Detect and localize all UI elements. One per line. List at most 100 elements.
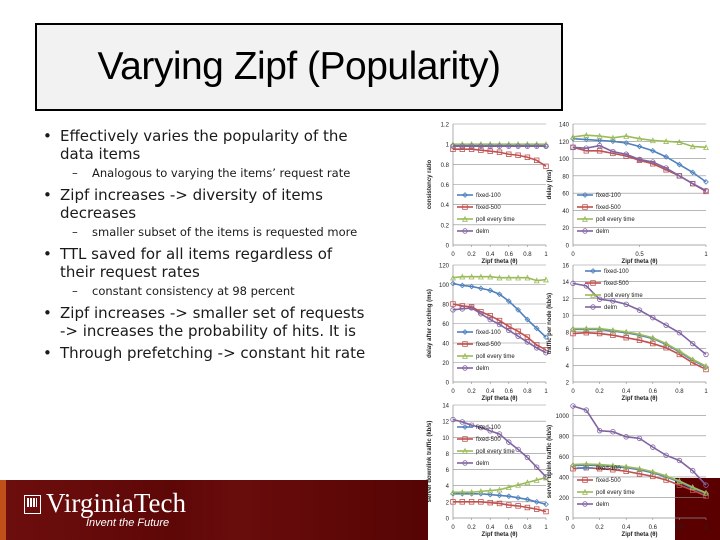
x-tick-label: 0.8 <box>523 389 532 395</box>
x-tick-label: 0.6 <box>505 389 514 395</box>
series-poll-every-time <box>450 474 549 495</box>
y-tick-label: 20 <box>442 361 449 367</box>
x-tick-label: 0.2 <box>467 389 476 395</box>
y-axis-label: delay (ms) <box>547 170 553 200</box>
x-tick-label: 0 <box>451 525 455 531</box>
y-tick-label: 0 <box>566 517 570 523</box>
legend-label: delm <box>604 305 617 311</box>
legend-label: fixed-500 <box>596 478 621 484</box>
legend-label: fixed-100 <box>596 466 621 472</box>
y-tick-label: 140 <box>559 123 570 129</box>
x-axis-label: Zipf theta (θ) <box>482 259 518 265</box>
logo-tagline: Invent the Future <box>86 517 170 529</box>
y-tick-label: 2 <box>446 500 450 506</box>
legend-label: poll every time <box>476 449 515 455</box>
y-tick-label: 0 <box>446 381 450 387</box>
y-tick-label: 14 <box>442 404 449 410</box>
x-axis-label: Zipf theta (θ) <box>622 259 658 265</box>
y-tick-label: 0 <box>566 244 570 250</box>
y-tick-label: 80 <box>562 174 569 180</box>
slide-title: Varying Zipf (Popularity) <box>97 45 501 88</box>
x-tick-label: 0.4 <box>622 525 631 531</box>
logo-name: VirginiaTech <box>46 488 186 518</box>
y-tick-label: 40 <box>562 209 569 215</box>
x-tick-label: 0.2 <box>467 525 476 531</box>
legend-label: poll every time <box>476 354 515 360</box>
legend-label: delm <box>476 229 489 235</box>
y-tick-label: 60 <box>562 192 569 198</box>
y-tick-label: 1000 <box>556 414 570 420</box>
chart-panel-6: 0 200 400 600 800 1000 0 0.2 0.4 0.6 0.8 1 Zipf thet… <box>547 403 709 538</box>
legend-label: fixed-500 <box>476 205 501 211</box>
y-tick-label: 800 <box>559 434 570 440</box>
y-tick-label: 60 <box>442 322 449 328</box>
y-tick-label: 2 <box>566 381 570 387</box>
x-tick-label: 0.2 <box>595 389 604 395</box>
legend-label: delm <box>476 366 489 372</box>
y-tick-label: 12 <box>442 420 449 426</box>
circle-marker <box>703 351 709 358</box>
y-tick-label: 80 <box>442 303 449 309</box>
x-tick-label: 1 <box>544 252 548 258</box>
y-tick-label: 14 <box>562 280 569 286</box>
legend-label: poll every time <box>476 217 515 223</box>
chart-panel-2: 0 20 40 60 80 100 120 140 0 0.5 1 Zipf theta (θ) del… <box>547 123 709 265</box>
series-fixed-500 <box>450 146 549 170</box>
chart-legend: fixed-100 fixed-500 poll every time delm <box>585 268 643 311</box>
x-tick-label: 0.6 <box>505 252 514 258</box>
x-tick-label: 0.5 <box>635 252 644 258</box>
y-tick-label: 12 <box>562 297 569 303</box>
chart-legend: fixed-100 fixed-500 poll every time delm <box>457 424 515 467</box>
sub-bullet-item: constant consistency at 98 percent <box>40 285 370 299</box>
y-tick-label: 0 <box>446 517 450 523</box>
building-mark-icon <box>24 495 41 514</box>
legend-label: fixed-100 <box>596 193 621 199</box>
bullet-item: Zipf increases -> smaller set of request… <box>40 304 370 340</box>
legend-label: delm <box>476 461 489 467</box>
x-tick-label: 0 <box>571 525 575 531</box>
bullet-list: Effectively varies the popularity of the… <box>40 127 370 366</box>
x-axis-label: Zipf theta (θ) <box>482 532 518 538</box>
y-tick-label: 4 <box>566 364 570 370</box>
y-tick-label: 600 <box>559 455 570 461</box>
x-axis-label: Zipf theta (θ) <box>622 396 658 402</box>
sub-bullet-item: Analogous to varying the items’ request … <box>40 167 370 181</box>
y-tick-label: 0.2 <box>441 223 450 229</box>
y-tick-label: 100 <box>559 157 570 163</box>
x-tick-label: 1 <box>704 252 708 258</box>
series-line <box>573 327 707 367</box>
y-axis-label: server downlink traffic (kb/s) <box>427 421 433 503</box>
series-line <box>453 501 547 513</box>
x-tick-label: 1 <box>704 525 708 531</box>
x-tick-label: 1 <box>544 389 548 395</box>
y-tick-label: 0.4 <box>441 203 450 209</box>
y-tick-label: 6 <box>446 468 450 474</box>
legend-label: fixed-500 <box>604 281 629 287</box>
x-tick-label: 0 <box>571 252 575 258</box>
legend-label: fixed-100 <box>476 425 501 431</box>
x-tick-label: 0.8 <box>523 525 532 531</box>
x-tick-label: 0.6 <box>505 525 514 531</box>
x-tick-label: 0.4 <box>486 525 495 531</box>
legend-label: poll every time <box>596 217 635 223</box>
bullet-item: TTL saved for all items regardless of th… <box>40 245 370 281</box>
x-tick-label: 0.4 <box>486 389 495 395</box>
slide-title-box: Varying Zipf (Popularity) <box>35 23 563 111</box>
y-tick-label: 1.2 <box>441 123 450 129</box>
y-tick-label: 100 <box>439 283 450 289</box>
series-line <box>453 476 547 493</box>
chart-grid: 0 0.2 0.4 0.6 0.8 1 1.2 0 0.2 0.4 0.6 0.8 1 Zipf thet… <box>427 123 709 538</box>
chart-panel-5: 0 2 4 6 8 10 12 14 0 0.2 0.4 0.6 0.8 1 Zipf theta (θ) s… <box>427 404 549 538</box>
sub-bullet-item: smaller subset of the items is requested… <box>40 226 370 240</box>
x-tick-label: 0.8 <box>523 252 532 258</box>
bullet-item: Through prefetching -> constant hit rate <box>40 344 370 362</box>
y-tick-label: 0 <box>446 244 450 250</box>
chart-panel-1: 0 0.2 0.4 0.6 0.8 1 1.2 0 0.2 0.4 0.6 0.8 1 Zipf thet… <box>427 123 549 265</box>
bullet-item: Effectively varies the popularity of the… <box>40 127 370 163</box>
x-tick-label: 1 <box>704 389 708 395</box>
y-axis-label: server uplink traffic (kb/s) <box>547 425 553 498</box>
legend-label: poll every time <box>604 293 643 299</box>
x-tick-label: 0.4 <box>622 389 631 395</box>
y-tick-label: 1 <box>446 143 450 149</box>
chart-panel-4: 2 4 6 8 10 12 14 16 0 0.2 0.4 0.6 0.8 1 Zipf theta (θ)… <box>547 264 709 402</box>
